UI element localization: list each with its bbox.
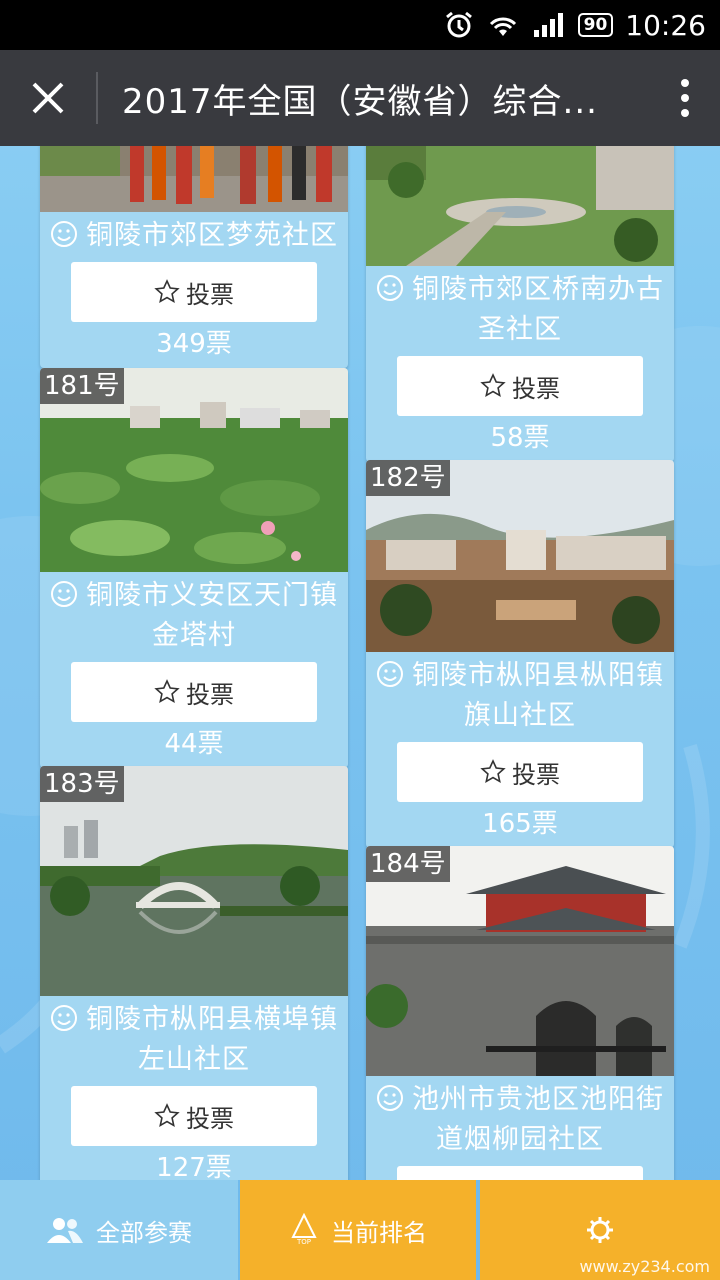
smile-icon <box>51 1005 77 1031</box>
star-outline-icon <box>480 759 506 783</box>
entry-photo-gate-tower[interactable]: 184号 <box>366 846 674 1076</box>
vote-button[interactable]: 投票 <box>71 262 317 322</box>
entry-name: 铜陵市枞阳县横埠镇左山社区 <box>40 996 348 1080</box>
entry-name: 池州市贵池区池阳街道烟柳园社区 <box>366 1076 674 1160</box>
entry-card: 183号 铜陵市枞阳县横埠镇左山社区 投票 127票 <box>40 766 348 1180</box>
entry-name: 铜陵市郊区桥南办古圣社区 <box>366 266 674 350</box>
bottom-tab-bar: 全部参赛 TOP 当前排名 www.zy234.com <box>0 1180 720 1280</box>
entry-card: 182号 铜陵市枞阳县枞阳镇旗山社区 投票 165票 <box>366 460 674 848</box>
entry-number-badge: 182号 <box>366 460 450 496</box>
trophy-icon: TOP <box>291 1213 317 1246</box>
smile-icon <box>377 661 403 687</box>
entry-card: 铜陵市郊区梦苑社区 投票 349票 <box>40 146 348 368</box>
more-button[interactable] <box>650 50 720 146</box>
entry-card: 184号 池州市贵池区池阳街道烟柳园社区 投票 <box>366 846 674 1180</box>
vote-button[interactable]: 投票 <box>397 356 643 416</box>
entry-number-badge: 183号 <box>40 766 124 802</box>
smile-icon <box>377 275 403 301</box>
entry-number-badge: 184号 <box>366 846 450 882</box>
entry-number-badge: 181号 <box>40 368 124 404</box>
svg-text:TOP: TOP <box>296 1238 311 1246</box>
smile-icon <box>51 581 77 607</box>
entry-card: 181号 铜陵市义安区天门镇金塔村 投票 44票 <box>40 368 348 768</box>
entry-photo-monks[interactable] <box>40 146 348 212</box>
tab-current-ranking[interactable]: TOP 当前排名 <box>240 1180 476 1280</box>
header-bar: 2017年全国（安徽省）综合... <box>0 50 720 146</box>
entry-name: 铜陵市枞阳县枞阳镇旗山社区 <box>366 652 674 736</box>
vote-count: 127票 <box>156 1153 232 1180</box>
star-outline-icon <box>480 373 506 397</box>
wifi-icon <box>486 12 520 38</box>
entry-name: 铜陵市义安区天门镇金塔村 <box>40 572 348 656</box>
vote-count: 44票 <box>164 729 224 759</box>
entries-grid[interactable]: 铜陵市郊区梦苑社区 投票 349票 铜陵市郊区桥南办古圣社区 投票 58票 18… <box>0 146 720 1180</box>
battery-indicator: 90 <box>577 13 614 37</box>
vote-button[interactable]: 投票 <box>397 742 643 802</box>
entry-photo-town[interactable]: 182号 <box>366 460 674 652</box>
entry-photo-plaza[interactable] <box>366 146 674 266</box>
status-bar: 90 10:26 <box>0 0 720 50</box>
more-vert-icon <box>681 79 689 117</box>
alarm-icon <box>444 10 474 40</box>
tab-event-info[interactable]: www.zy234.com <box>480 1180 720 1280</box>
smile-icon <box>377 1085 403 1111</box>
vote-count: 58票 <box>490 423 550 453</box>
entry-photo-lotus[interactable]: 181号 <box>40 368 348 572</box>
smile-icon <box>51 221 77 247</box>
clock: 10:26 <box>625 8 706 42</box>
entry-name: 铜陵市郊区梦苑社区 <box>40 212 348 256</box>
vote-count: 349票 <box>156 329 232 359</box>
vote-count: 165票 <box>482 809 558 839</box>
star-outline-icon <box>154 1103 180 1127</box>
close-icon <box>32 82 64 114</box>
entry-photo-bridge[interactable]: 183号 <box>40 766 348 996</box>
signal-icon <box>532 12 566 38</box>
star-outline-icon <box>154 279 180 303</box>
entry-card: 铜陵市郊区桥南办古圣社区 投票 58票 <box>366 146 674 462</box>
tab-all-entries[interactable]: 全部参赛 <box>0 1180 238 1280</box>
watermark-site: www.zy234.com <box>579 1257 710 1276</box>
gear-icon <box>587 1217 613 1243</box>
vote-button[interactable]: 投票 <box>71 662 317 722</box>
vote-button[interactable]: 投票 <box>397 1166 643 1180</box>
star-outline-icon <box>154 679 180 703</box>
close-button[interactable] <box>0 50 96 146</box>
vote-button[interactable]: 投票 <box>71 1086 317 1146</box>
users-icon <box>47 1218 83 1243</box>
page-title: 2017年全国（安徽省）综合... <box>122 81 598 122</box>
